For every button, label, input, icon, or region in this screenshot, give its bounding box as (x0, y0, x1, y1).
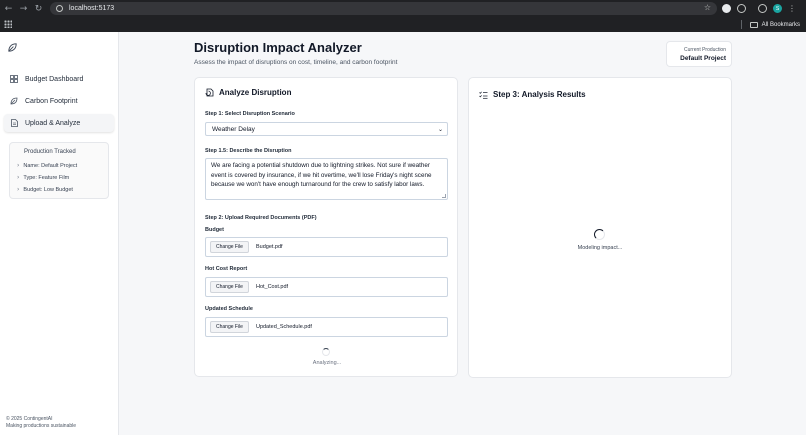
refresh-document-icon (205, 88, 214, 97)
results-card-title: Step 3: Analysis Results (493, 90, 586, 99)
back-icon[interactable]: ← (1, 0, 16, 17)
sidebar-item-carbon-footprint[interactable]: Carbon Footprint (4, 92, 114, 110)
resize-handle-icon[interactable] (442, 194, 446, 198)
hot-cost-file-label: Hot Cost Report (205, 266, 248, 272)
document-icon (10, 119, 18, 127)
list-checks-icon (479, 90, 488, 99)
extensions-puzzle-icon[interactable] (758, 4, 767, 13)
all-bookmarks-link[interactable]: All Bookmarks (762, 22, 800, 28)
description-text: We are facing a potential shutdown due t… (211, 162, 432, 188)
analysis-results-card: Step 3: Analysis Results Modeling impact… (468, 77, 732, 378)
production-tracked-panel: Production Tracked › Name: Default Proje… (9, 142, 109, 199)
sidebar-item-upload-analyze[interactable]: Upload & Analyze (4, 114, 114, 132)
schedule-file-input[interactable]: Change File Updated_Schedule.pdf (205, 317, 448, 337)
disruption-scenario-select[interactable]: Weather Delay ⌄ (205, 122, 448, 136)
grid-icon (10, 75, 18, 83)
hot-cost-filename: Hot_Cost.pdf (255, 284, 289, 290)
analyze-disruption-card: Analyze Disruption Step 1: Select Disrup… (194, 77, 458, 377)
change-file-button[interactable]: Change File (210, 281, 249, 293)
extensions-area: S ⋮ (722, 0, 796, 17)
production-name-row[interactable]: › Name: Default Project (17, 162, 77, 169)
change-file-button[interactable]: Change File (210, 241, 249, 253)
browser-chrome: ← → ↻ localhost:5173 ☆ S ⋮ All Bookmarks (0, 0, 806, 32)
loading-spinner-icon (594, 229, 605, 240)
analyzing-status: Analyzing... (312, 360, 342, 366)
selected-scenario: Weather Delay (212, 125, 255, 133)
url-text[interactable]: localhost:5173 (69, 5, 114, 12)
leaf-logo-icon[interactable] (7, 42, 18, 53)
budget-filename: Budget.pdf (255, 244, 283, 250)
extension-icon[interactable] (722, 4, 731, 13)
schedule-file-label: Updated Schedule (205, 306, 253, 312)
loading-spinner-icon (322, 348, 330, 356)
budget-file-input[interactable]: Change File Budget.pdf (205, 237, 448, 257)
sidebar-item-label: Carbon Footprint (25, 97, 78, 105)
step1-label: Step 1: Select Disruption Scenario (205, 111, 295, 117)
analyze-card-title: Analyze Disruption (219, 88, 292, 97)
production-name: Name: Default Project (23, 162, 78, 169)
sidebar-item-budget-dashboard[interactable]: Budget Dashboard (4, 70, 114, 88)
sidebar: Budget Dashboard Carbon Footprint Upload… (0, 32, 119, 435)
modeling-status: Modeling impact... (577, 245, 623, 251)
bookmarks-divider (740, 20, 742, 29)
profile-avatar[interactable]: S (773, 4, 782, 13)
bookmark-star-icon[interactable]: ☆ (704, 3, 711, 12)
production-budget-row[interactable]: › Budget: Low Budget (17, 186, 73, 193)
site-info-icon[interactable] (56, 5, 63, 12)
browser-toolbar: ← → ↻ localhost:5173 ☆ S ⋮ (0, 0, 806, 17)
apps-grid-icon[interactable] (4, 20, 12, 28)
sidebar-item-label: Upload & Analyze (25, 119, 81, 127)
production-type-row[interactable]: › Type: Feature Film (17, 174, 69, 181)
schedule-filename: Updated_Schedule.pdf (255, 324, 312, 330)
sidebar-item-label: Budget Dashboard (25, 75, 84, 83)
page-subtitle: Assess the impact of disruptions on cost… (194, 59, 398, 66)
production-tracked-title: Production Tracked (24, 149, 76, 155)
address-bar[interactable]: localhost:5173 ☆ (50, 2, 717, 15)
chevron-right-icon: › (17, 174, 20, 181)
extension-icon[interactable] (737, 4, 746, 13)
change-file-button[interactable]: Change File (210, 321, 249, 333)
chevron-down-icon: ⌄ (437, 126, 443, 133)
results-card-header: Step 3: Analysis Results (479, 90, 586, 99)
step15-label: Step 1.5: Describe the Disruption (205, 148, 292, 154)
leaf-icon (10, 97, 18, 105)
tagline-text: Making productions sustainable (6, 423, 77, 429)
copyright-text: © 2025 ContingentAI (6, 416, 53, 422)
browser-menu-icon[interactable]: ⋮ (788, 4, 796, 13)
folder-icon[interactable] (749, 21, 758, 28)
forward-icon[interactable]: → (16, 0, 31, 17)
current-production-badge: Current Production Default Project (666, 41, 732, 67)
analyze-card-header: Analyze Disruption (205, 88, 291, 97)
sidebar-footer: © 2025 ContingentAI Making productions s… (6, 416, 76, 430)
budget-file-label: Budget (205, 227, 224, 233)
production-budget: Budget: Low Budget (23, 186, 73, 193)
hot-cost-file-input[interactable]: Change File Hot_Cost.pdf (205, 277, 448, 297)
current-production-label: Current Production (684, 47, 726, 53)
current-production-value: Default Project (680, 55, 726, 62)
chevron-right-icon: › (17, 186, 20, 193)
bookmarks-bar: All Bookmarks (0, 17, 806, 32)
disruption-description-textarea[interactable]: We are facing a potential shutdown due t… (205, 158, 448, 200)
reload-icon[interactable]: ↻ (31, 0, 46, 17)
chevron-right-icon: › (17, 162, 20, 169)
step2-label: Step 2: Upload Required Documents (PDF) (205, 215, 317, 221)
page-title: Disruption Impact Analyzer (194, 40, 362, 55)
production-type: Type: Feature Film (23, 174, 70, 181)
